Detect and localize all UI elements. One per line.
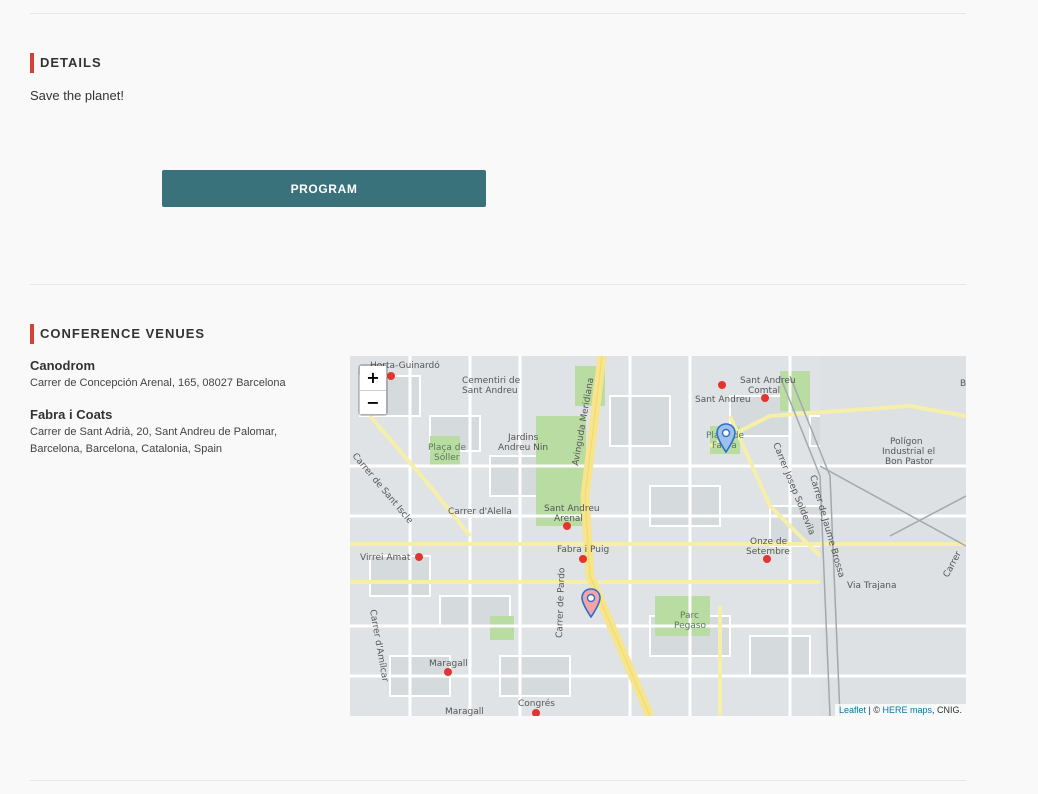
venue-address-canodrom: Carrer de Concepción Arenal, 165, 08027 … [30,377,286,389]
middle-divider [30,284,966,285]
map-label-virrei-amat: Virrei Amat [360,553,411,563]
map-label-cementiri2: Sant Andreu [462,386,518,396]
map-label-parc-pegaso: Parc [680,611,699,621]
map-attribution: Leaflet | © HERE maps, CNIG. [834,704,966,716]
map-label-fabra-puig: Fabra i Puig [557,545,609,555]
details-description: Save the planet! [30,88,124,103]
map-label-sant-andreu-arenal2: Arenal [554,514,583,524]
map-label-via-trajana: Via Trajana [847,581,896,591]
map-label-sant-andreu: Sant Andreu [695,395,751,405]
map-label-jardins2: Andreu Nin [498,443,548,453]
venue-address-fabra: Carrer de Sant Adrià, 20, Sant Andreu de… [30,426,278,455]
map-label-placa-soller2: Sóller [434,452,460,463]
program-button[interactable]: PROGRAM [162,170,486,207]
map-label-maragall2: Maragall [445,707,484,716]
map-marker-fabra[interactable] [716,423,736,453]
venue-name-canodrom: Canodrom [30,358,95,373]
map-label-onze: Onze de [750,537,788,547]
map-tiles: Horta-Guinardó Cementiri de Sant Andreu … [350,356,966,716]
map-zoom-control: + − [358,364,388,416]
map-pin-icon [581,588,601,618]
attribution-separator: | © [865,705,883,715]
map-label-cementiri: Cementiri de [462,376,521,386]
here-maps-link[interactable]: HERE maps [882,705,932,715]
map-pin-icon [716,423,736,453]
map-label-maragall: Maragall [429,659,468,669]
map-label-onze2: Setembre [746,547,790,557]
map-label-poligon: Polígon [890,437,923,447]
map-label-congres: Congrés [518,698,555,709]
map-label-poligon2: Industrial el [882,447,935,457]
zoom-in-button[interactable]: + [360,366,386,390]
map-label-alella: Carrer d'Alella [448,507,512,517]
map-label-jardins: Jardins [507,433,539,443]
map-label-parc-pegaso2: Pegaso [674,621,707,631]
map-label-poligon3: Bon Pastor [885,457,934,467]
map-label-b: B [960,379,966,389]
details-heading: DETAILS [30,53,102,73]
attribution-rest: , CNIG. [931,705,962,715]
top-divider [30,13,966,14]
venue-name-fabra: Fabra i Coats [30,407,113,422]
bottom-divider [30,780,966,781]
map-label-placa-soller: Plaça de [428,443,466,453]
zoom-out-button[interactable]: − [360,390,386,414]
map-label-sant-andreu-comtal: Sant Andreu [740,376,796,386]
map-label-sant-andreu-comtal2: Comtal [748,386,780,396]
venues-heading: CONFERENCE VENUES [30,324,205,344]
venues-map[interactable]: Horta-Guinardó Cementiri de Sant Andreu … [350,356,966,716]
map-marker-canodrom[interactable] [581,588,601,618]
leaflet-link[interactable]: Leaflet [839,705,866,715]
map-label-sant-andreu-arenal: Sant Andreu [544,504,600,514]
